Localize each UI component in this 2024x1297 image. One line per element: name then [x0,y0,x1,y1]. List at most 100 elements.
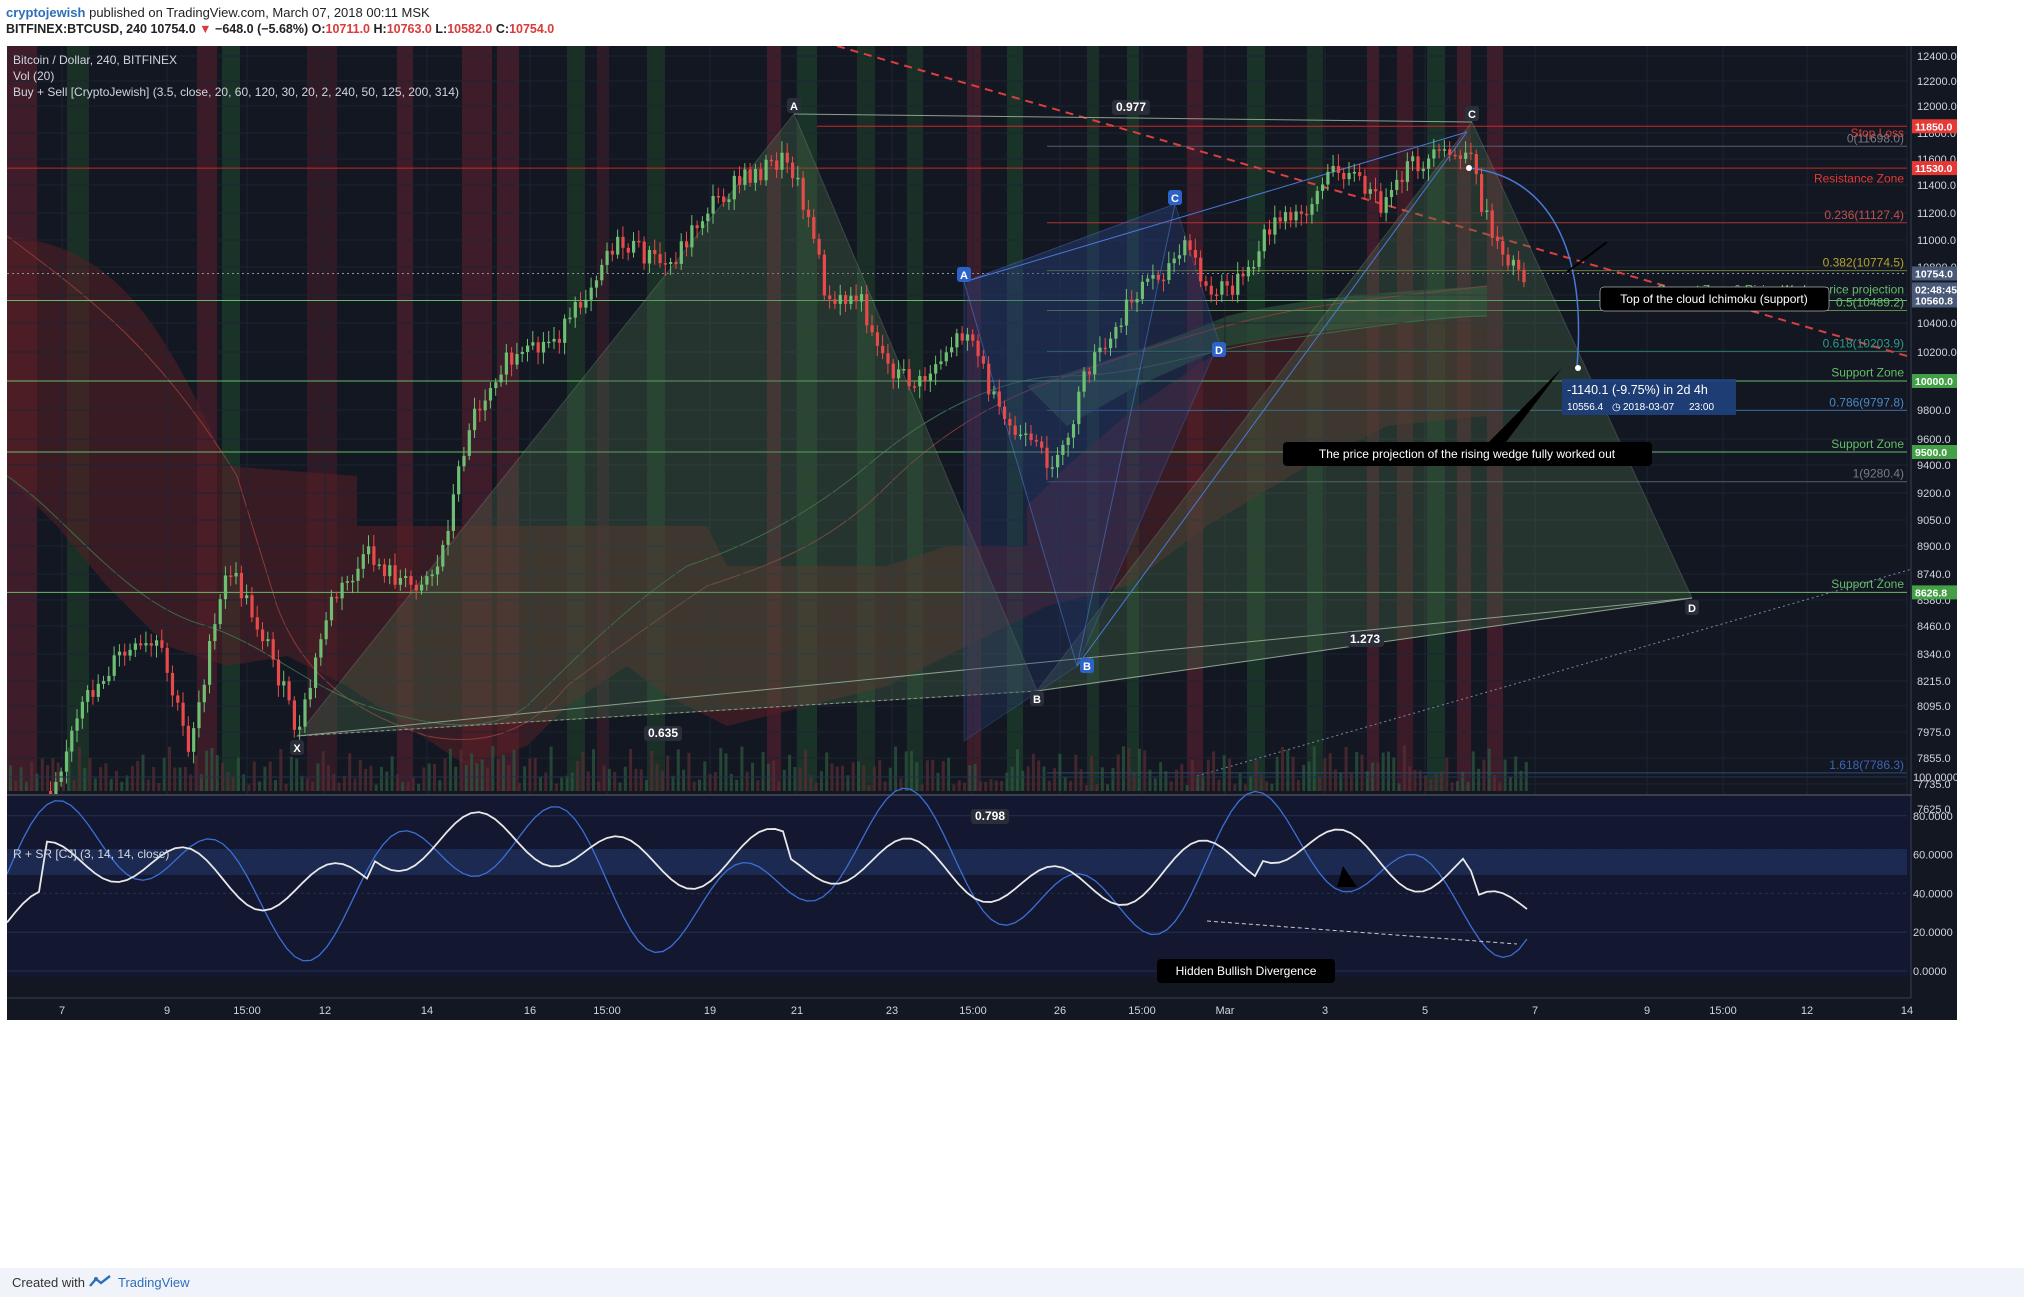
price-tick-label: 7855.0 [1917,753,1951,765]
candle-body [695,225,699,229]
volume-bar [46,765,50,791]
candle-body [1199,257,1203,282]
measure-main-text: -1140.1 (-9.75%) in 2d 4h [1567,383,1708,397]
candle-body [1315,190,1319,205]
tradingview-logo-icon[interactable] [88,1274,112,1293]
fib-label: 0.618(10203.9) [1823,336,1904,350]
volume-bar [1281,747,1284,791]
candle-body [1082,371,1086,392]
measure-time-text: 23:00 [1689,402,1714,413]
price-tag-label: 10560.8 [1915,295,1953,307]
volume-bar [284,784,288,791]
volume-bar [724,753,728,791]
candle-body [1506,254,1510,266]
volume-bar [894,746,898,791]
candle-body [1252,266,1256,269]
candle-body [1066,437,1070,445]
volume-bar [173,767,177,791]
volume-bar [1212,751,1216,791]
candle-body [976,340,980,357]
volume-bar [130,766,134,791]
candle-body [854,295,858,302]
candle-body [1358,172,1362,176]
volume-bar [183,766,187,791]
author-link[interactable]: cryptojewish [6,5,85,20]
volume-bar [528,758,532,791]
point-x-label: X [293,743,301,755]
divergence-callout-text: Hidden Bullish Divergence [1176,964,1317,978]
volume-bar [1005,772,1009,791]
volume-bar [305,778,309,791]
volume-bar [676,749,680,791]
volume-bar [1222,755,1226,791]
osc-tick-label: 100.0000 [1913,772,1957,784]
candle-body [552,338,556,342]
candle-body [54,781,58,796]
volume-bar [1217,779,1221,791]
candle-body [891,363,895,379]
candle-body [801,177,805,210]
volume-bar [1265,781,1269,791]
candle-body [1405,161,1409,182]
candle-body [1374,189,1378,192]
volume-bar [1238,773,1242,791]
volume-bar [459,749,463,791]
candle-body [382,564,387,577]
candle-body [594,280,599,288]
wedge-c-label: C [1171,193,1179,205]
point-d-label: D [1688,603,1696,615]
volume-bar [1429,779,1433,791]
volume-bar [761,751,765,791]
candle-body [102,681,106,684]
candle-body [515,354,519,365]
candle-body [987,363,991,395]
candle-body [80,701,84,719]
volume-bar [337,782,341,791]
osc-tick-label: 40.0000 [1913,888,1953,900]
volume-bar [226,772,230,791]
price-tick-label: 8340.0 [1917,649,1951,661]
candle-body [1162,279,1166,282]
volume-bar [162,757,166,791]
candle-body [526,345,530,352]
chart-canvas[interactable]: 12400.012200.012000.011800.011600.011400… [7,46,1957,1020]
volume-bar [1021,770,1025,791]
fib-label: 0.236(11127.4) [1824,208,1904,222]
candle-body [425,576,429,585]
volume-bar [1000,780,1004,791]
candle-body [1442,149,1447,151]
volume-bar [1519,770,1523,791]
chart-area[interactable]: 12400.0 12200.0 12000.0 11800.0 11600.0 11400… [7,46,1957,1020]
candle-body [483,400,487,411]
volume-bar [83,768,87,791]
candle-body [1225,281,1229,286]
candle-body [1395,179,1399,190]
candle-body [409,576,413,585]
close-value: 10754.0 [509,22,555,36]
volume-bar [984,781,988,791]
candle-body [1400,179,1404,182]
volume-bar [841,765,845,791]
time-tick-label: 14 [421,1005,433,1017]
volume-bar [1180,764,1184,791]
volume-bar [592,749,595,791]
candle-body [1495,237,1500,242]
tradingview-brand-link[interactable]: TradingView [118,1275,190,1290]
price-tick-label: 9600.0 [1917,434,1951,446]
candle-body [123,651,127,656]
candle-body [759,169,763,181]
candle-body [875,332,879,346]
candle-body [462,455,466,467]
candle-body [298,726,302,730]
candle-body [1050,467,1054,469]
candle-body [828,295,832,300]
volume-bar [258,781,262,791]
candle-body [584,299,588,308]
volume-bar [1228,758,1231,791]
candle-body [467,430,471,456]
candle-body [1029,433,1033,441]
price-tick-label: 8900.0 [1917,541,1951,553]
candle-body [605,250,609,265]
volume-bar [1190,760,1194,791]
volume-bar [957,780,961,791]
